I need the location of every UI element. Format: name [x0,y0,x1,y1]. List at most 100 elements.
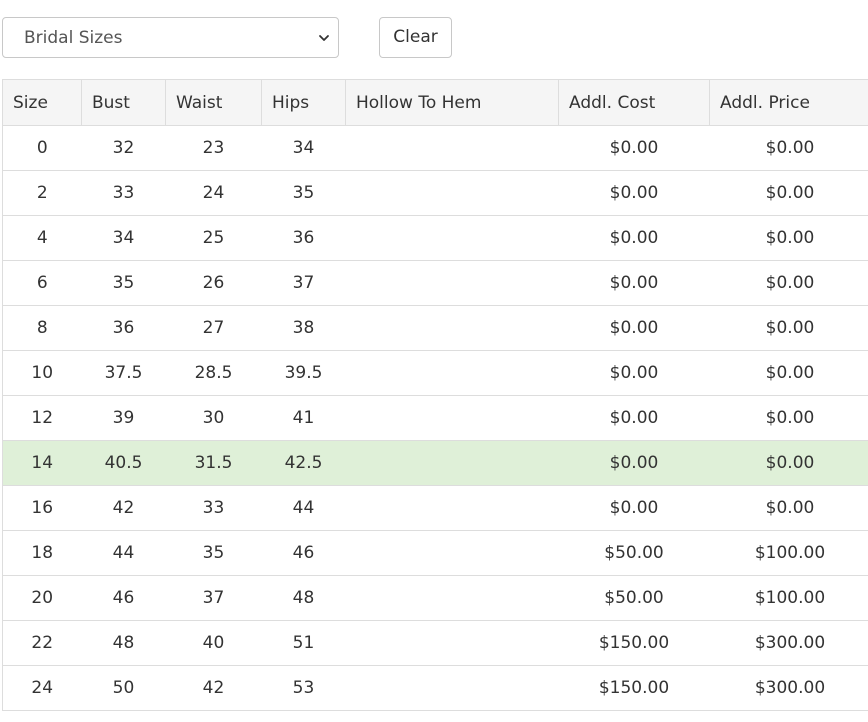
table-row[interactable]: 22 48 40 51 $150.00 $300.00 [2,620,868,666]
cell-hips: 48 [261,575,346,621]
column-header-bust[interactable]: Bust [81,79,166,126]
table-row[interactable]: 24 50 42 53 $150.00 $300.00 [2,665,868,711]
cell-size: 24 [2,665,82,711]
cell-size: 22 [2,620,82,666]
cell-hollow-to-hem [345,215,559,261]
cell-hips: 53 [261,665,346,711]
table-row[interactable]: 8 36 27 38 $0.00 $0.00 [2,305,868,351]
cell-bust: 40.5 [81,440,166,486]
size-chart-table: Size Bust Waist Hips Hollow To Hem Addl.… [2,79,868,711]
cell-waist: 37 [165,575,262,621]
cell-addl-cost: $50.00 [558,530,710,576]
cell-addl-price: $100.00 [709,530,868,576]
cell-addl-price: $100.00 [709,575,868,621]
cell-size: 12 [2,395,82,441]
table-row[interactable]: 6 35 26 37 $0.00 $0.00 [2,260,868,306]
column-header-addl-cost[interactable]: Addl. Cost [558,79,710,126]
column-header-addl-price[interactable]: Addl. Price [709,79,868,126]
cell-addl-cost: $50.00 [558,575,710,621]
cell-hollow-to-hem [345,125,559,171]
cell-addl-cost: $0.00 [558,440,710,486]
cell-hollow-to-hem [345,170,559,216]
cell-size: 6 [2,260,82,306]
table-row[interactable]: 0 32 23 34 $0.00 $0.00 [2,125,868,171]
cell-waist: 27 [165,305,262,351]
cell-hips: 41 [261,395,346,441]
cell-hollow-to-hem [345,395,559,441]
cell-size: 0 [2,125,82,171]
cell-addl-price: $300.00 [709,665,868,711]
cell-bust: 33 [81,170,166,216]
cell-addl-cost: $0.00 [558,260,710,306]
cell-hips: 38 [261,305,346,351]
cell-addl-cost: $0.00 [558,170,710,216]
cell-addl-cost: $0.00 [558,125,710,171]
table-row[interactable]: 18 44 35 46 $50.00 $100.00 [2,530,868,576]
cell-hips: 37 [261,260,346,306]
cell-hips: 36 [261,215,346,261]
column-header-size[interactable]: Size [2,79,82,126]
column-header-hollow-to-hem[interactable]: Hollow To Hem [345,79,559,126]
cell-waist: 23 [165,125,262,171]
cell-hollow-to-hem [345,665,559,711]
cell-addl-cost: $0.00 [558,485,710,531]
cell-addl-price: $0.00 [709,485,868,531]
cell-bust: 44 [81,530,166,576]
table-row[interactable]: 10 37.5 28.5 39.5 $0.00 $0.00 [2,350,868,396]
cell-hollow-to-hem [345,530,559,576]
cell-bust: 35 [81,260,166,306]
clear-button[interactable]: Clear [379,17,452,58]
cell-hips: 42.5 [261,440,346,486]
cell-waist: 26 [165,260,262,306]
table-body: 0 32 23 34 $0.00 $0.00 2 33 24 35 $0.00 $0.00 4 34 25 3… [2,125,868,711]
cell-waist: 42 [165,665,262,711]
cell-addl-cost: $0.00 [558,215,710,261]
cell-hips: 39.5 [261,350,346,396]
cell-hips: 35 [261,170,346,216]
cell-waist: 30 [165,395,262,441]
cell-bust: 36 [81,305,166,351]
cell-waist: 40 [165,620,262,666]
cell-size: 20 [2,575,82,621]
cell-bust: 39 [81,395,166,441]
cell-addl-price: $0.00 [709,170,868,216]
cell-addl-price: $0.00 [709,350,868,396]
cell-bust: 50 [81,665,166,711]
cell-waist: 31.5 [165,440,262,486]
cell-size: 8 [2,305,82,351]
cell-hollow-to-hem [345,440,559,486]
size-chart-select[interactable]: Bridal Sizes [2,17,339,58]
cell-hollow-to-hem [345,620,559,666]
table-row[interactable]: 20 46 37 48 $50.00 $100.00 [2,575,868,621]
cell-size: 10 [2,350,82,396]
table-row[interactable]: 4 34 25 36 $0.00 $0.00 [2,215,868,261]
cell-hollow-to-hem [345,350,559,396]
cell-waist: 33 [165,485,262,531]
cell-hollow-to-hem [345,260,559,306]
chevron-down-icon [319,35,329,41]
cell-hips: 51 [261,620,346,666]
table-row[interactable]: 2 33 24 35 $0.00 $0.00 [2,170,868,216]
toolbar: Bridal Sizes Clear [0,0,868,80]
table-row[interactable]: 12 39 30 41 $0.00 $0.00 [2,395,868,441]
cell-size: 14 [2,440,82,486]
table-row[interactable]: 14 40.5 31.5 42.5 $0.00 $0.00 [2,440,868,486]
cell-bust: 42 [81,485,166,531]
cell-bust: 46 [81,575,166,621]
cell-hips: 34 [261,125,346,171]
cell-hollow-to-hem [345,485,559,531]
cell-addl-price: $0.00 [709,440,868,486]
cell-addl-cost: $0.00 [558,395,710,441]
cell-bust: 34 [81,215,166,261]
cell-bust: 48 [81,620,166,666]
cell-size: 16 [2,485,82,531]
cell-hips: 44 [261,485,346,531]
cell-hollow-to-hem [345,305,559,351]
cell-size: 18 [2,530,82,576]
cell-addl-cost: $0.00 [558,350,710,396]
cell-addl-price: $0.00 [709,260,868,306]
table-row[interactable]: 16 42 33 44 $0.00 $0.00 [2,485,868,531]
column-header-waist[interactable]: Waist [165,79,262,126]
cell-addl-price: $0.00 [709,305,868,351]
column-header-hips[interactable]: Hips [261,79,346,126]
